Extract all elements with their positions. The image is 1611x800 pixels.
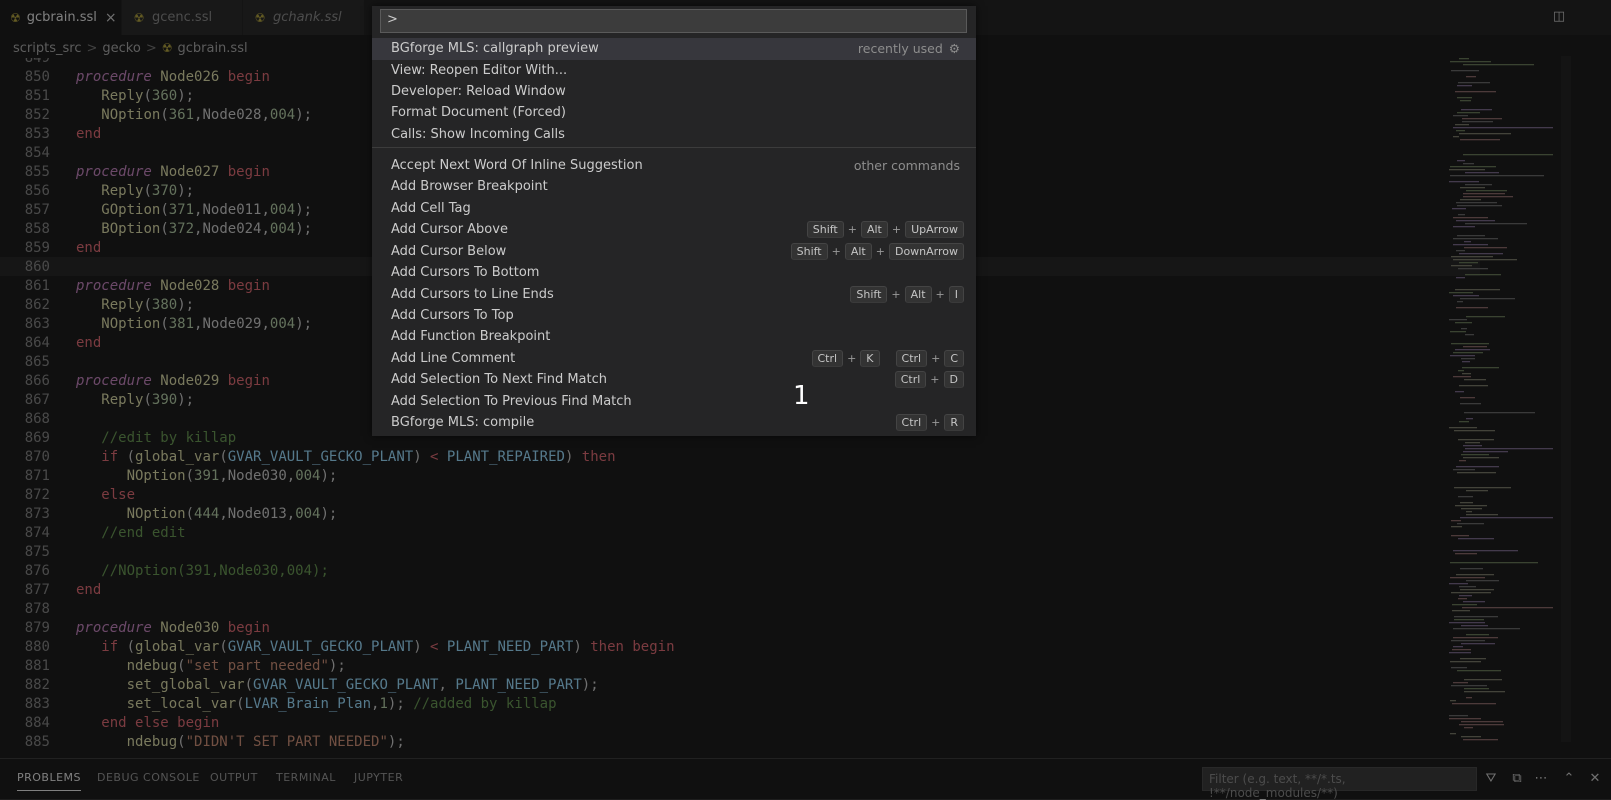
command-label: BGforge MLS: callgraph preview: [391, 41, 599, 56]
command-palette-input[interactable]: >: [380, 9, 967, 33]
key-cap: Ctrl: [811, 350, 844, 367]
command-label: Add Cursors To Bottom: [391, 265, 540, 280]
plus-separator: +: [847, 352, 857, 365]
key-cap: UpArrow: [905, 221, 964, 238]
plus-separator: +: [930, 373, 940, 386]
key-cap: Shift: [790, 243, 828, 260]
command-label: Add Cursor Below: [391, 244, 507, 259]
command-label: Add Browser Breakpoint: [391, 179, 548, 194]
command-group-label: other commands: [854, 158, 960, 173]
keybinding: Ctrl + R: [895, 414, 964, 431]
command-item[interactable]: BGforge MLS: callgraph preview recently u…: [372, 38, 976, 60]
command-item[interactable]: Add Cursor Below Shift + Alt + DownArrow: [372, 241, 976, 263]
group-separator: [372, 147, 976, 148]
command-item[interactable]: Add Cursor Above Shift + Alt + UpArrow: [372, 219, 976, 241]
command-item[interactable]: Format Document (Forced): [372, 102, 976, 124]
plus-separator: +: [891, 223, 902, 236]
command-label: Add Cursors To Top: [391, 308, 514, 323]
command-item[interactable]: Add Cursors To Top: [372, 305, 976, 327]
key-cap: Ctrl: [894, 371, 927, 388]
command-label: Add Cursor Above: [391, 222, 508, 237]
key-cap: Ctrl: [895, 414, 928, 431]
key-cap: Alt: [860, 221, 888, 238]
gear-icon[interactable]: ⚙: [949, 41, 960, 56]
key-cap: C: [944, 350, 964, 367]
command-group-label: recently used ⚙: [858, 41, 960, 56]
command-item[interactable]: Developer: Reload Window: [372, 81, 976, 103]
key-cap: DownArrow: [888, 243, 964, 260]
plus-separator: +: [931, 416, 941, 429]
plus-separator: +: [935, 288, 945, 301]
command-item[interactable]: Add Function Breakpoint: [372, 326, 976, 348]
keybinding: Ctrl + D: [894, 371, 964, 388]
plus-separator: +: [831, 245, 841, 258]
key-cap: R: [944, 414, 964, 431]
command-label: Add Selection To Next Find Match: [391, 372, 608, 387]
command-item[interactable]: Calls: Show Incoming Calls: [372, 124, 976, 146]
command-label: Add Function Breakpoint: [391, 329, 551, 344]
plus-separator: +: [931, 352, 941, 365]
group-label-text: recently used: [857, 41, 943, 56]
keybinding: Ctrl + K Ctrl + C: [811, 350, 964, 367]
group-label-text: other commands: [853, 158, 960, 173]
command-item[interactable]: Add Browser Breakpoint: [372, 176, 976, 198]
command-label: Add Selection To Previous Find Match: [391, 394, 632, 409]
command-label: Accept Next Word Of Inline Suggestion: [391, 158, 643, 173]
key-cap: Shift: [850, 286, 888, 303]
command-label: Format Document (Forced): [391, 105, 566, 120]
command-palette: > BGforge MLS: callgraph preview recently…: [372, 6, 976, 436]
key-cap: I: [948, 286, 964, 303]
plus-separator: +: [847, 223, 857, 236]
command-item[interactable]: View: Reopen Editor With...: [372, 60, 976, 82]
plus-separator: +: [875, 245, 885, 258]
key-cap: D: [943, 371, 964, 388]
overlay-counter: 1: [793, 381, 810, 411]
command-label: Add Cursors to Line Ends: [391, 287, 554, 302]
command-label: View: Reopen Editor With...: [391, 63, 568, 78]
command-label: Add Cell Tag: [391, 201, 471, 216]
key-cap: K: [860, 350, 880, 367]
plus-separator: +: [891, 288, 901, 301]
command-label: Calls: Show Incoming Calls: [391, 127, 565, 142]
command-label: BGforge MLS: compile: [391, 415, 535, 430]
command-item[interactable]: Add Cursors to Line Ends Shift + Alt + I: [372, 284, 976, 306]
command-item[interactable]: BGforge MLS: compile Ctrl + R: [372, 412, 976, 434]
command-item[interactable]: Add Cell Tag: [372, 198, 976, 220]
command-label: Developer: Reload Window: [391, 84, 566, 99]
command-item[interactable]: Add Selection To Previous Find Match: [372, 391, 976, 413]
keybinding: Shift + Alt + DownArrow: [790, 243, 964, 260]
command-item[interactable]: Add Selection To Next Find Match Ctrl + D: [372, 369, 976, 391]
command-item[interactable]: Add Line Comment Ctrl + K Ctrl + C: [372, 348, 976, 370]
key-cap: Alt: [904, 286, 932, 303]
keybinding: Shift + Alt + I: [850, 286, 964, 303]
command-item[interactable]: Accept Next Word Of Inline Suggestion oth…: [372, 155, 976, 177]
key-cap: Shift: [806, 221, 844, 238]
key-cap: Alt: [844, 243, 872, 260]
keybinding: Shift + Alt + UpArrow: [806, 221, 964, 238]
key-cap: Ctrl: [895, 350, 928, 367]
command-item[interactable]: Add Cursors To Bottom: [372, 262, 976, 284]
command-label: Add Line Comment: [391, 351, 516, 366]
